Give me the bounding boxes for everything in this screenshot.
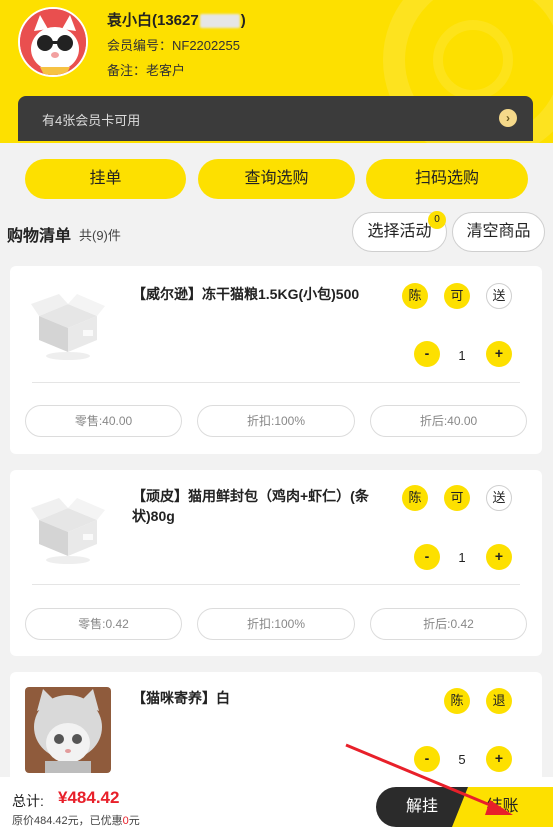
retail-price: 零售:0.42 bbox=[25, 608, 182, 640]
qty-minus-button[interactable]: - bbox=[414, 544, 440, 570]
member-name: 袁小白(13627) bbox=[107, 9, 246, 30]
chevron-right-icon[interactable]: › bbox=[499, 109, 517, 127]
qty-minus-button[interactable]: - bbox=[414, 746, 440, 772]
qty-plus-button[interactable]: + bbox=[486, 341, 512, 367]
tag-tui[interactable]: 退 bbox=[486, 688, 512, 714]
tag-ke[interactable]: 可 bbox=[444, 485, 470, 511]
discount-rate[interactable]: 折扣:100% bbox=[197, 405, 355, 437]
tag-song[interactable]: 送 bbox=[486, 485, 512, 511]
header-decoration-ring bbox=[433, 20, 513, 100]
discount-unit: 元 bbox=[128, 815, 140, 827]
cart-item: 【猫咪寄养】白 陈 退 - 5 + bbox=[10, 672, 542, 792]
qty-plus-button[interactable]: + bbox=[486, 746, 512, 772]
checkout-button[interactable]: 结账 bbox=[452, 787, 553, 827]
divider bbox=[32, 584, 520, 585]
qty-value: 5 bbox=[458, 752, 466, 767]
clear-goods-button[interactable]: 清空商品 bbox=[452, 212, 545, 252]
cat-avatar-icon bbox=[20, 9, 86, 75]
product-name-line2: 状)80g bbox=[132, 508, 175, 524]
scan-select-button[interactable]: 扫码选购 bbox=[366, 159, 528, 199]
query-select-button[interactable]: 查询选购 bbox=[198, 159, 355, 199]
activity-badge: 0 bbox=[428, 211, 446, 229]
total-value: ¥484.42 bbox=[58, 788, 120, 807]
cat-photo-icon bbox=[25, 687, 111, 773]
product-name-line1: 【顽皮】猫用鲜封包（鸡肉+虾仁）(条 bbox=[132, 488, 369, 504]
product-box-image bbox=[25, 486, 111, 572]
tag-chen[interactable]: 陈 bbox=[402, 485, 428, 511]
product-name: 【顽皮】猫用鲜封包（鸡肉+虾仁）(条 状)80g bbox=[132, 486, 369, 526]
member-card-bar[interactable]: 有4张会员卡可用 › bbox=[18, 96, 533, 141]
cat-photo-image bbox=[25, 687, 111, 773]
product-name: 【猫咪寄养】白 bbox=[132, 690, 230, 706]
original-price-prefix: 原价484.42元，已优惠 bbox=[12, 815, 123, 827]
checkout-footer: 总计: ¥484.42 原价484.42元，已优惠0元 解挂 结账 bbox=[0, 777, 553, 836]
unhang-button[interactable]: 解挂 bbox=[376, 787, 468, 827]
discount-rate[interactable]: 折扣:100% bbox=[197, 608, 355, 640]
total-label: 总计: bbox=[12, 793, 44, 809]
cart-title: 购物清单 bbox=[7, 228, 72, 245]
member-number: 会员编号：NF2202255 bbox=[107, 38, 240, 53]
tag-chen[interactable]: 陈 bbox=[444, 688, 470, 714]
qty-value: 1 bbox=[458, 550, 466, 565]
member-name-prefix: 袁小白(13627 bbox=[107, 12, 199, 29]
member-note: 备注：老客户 bbox=[107, 63, 186, 78]
original-price-text: 原价484.42元，已优惠0元 bbox=[12, 812, 140, 828]
divider bbox=[32, 382, 520, 383]
avatar[interactable] bbox=[18, 7, 88, 77]
discounted-price[interactable]: 折后:40.00 bbox=[370, 405, 527, 437]
retail-price: 零售:40.00 bbox=[25, 405, 182, 437]
qty-minus-button[interactable]: - bbox=[414, 341, 440, 367]
member-name-suffix: ) bbox=[240, 12, 246, 29]
phone-mask bbox=[199, 14, 240, 29]
member-card-text: 有4张会员卡可用 bbox=[42, 113, 141, 128]
tag-song[interactable]: 送 bbox=[486, 283, 512, 309]
qty-plus-button[interactable]: + bbox=[486, 544, 512, 570]
cart-count: 共(9)件 bbox=[79, 228, 121, 243]
product-name: 【威尔逊】冻干猫粮1.5KG(小包)500 bbox=[132, 286, 360, 302]
qty-value: 1 bbox=[458, 348, 466, 363]
cart-item: 【顽皮】猫用鲜封包（鸡肉+虾仁）(条 状)80g 陈 可 送 - 1 + 零售:… bbox=[10, 470, 542, 656]
box-icon bbox=[31, 294, 105, 360]
product-box-image bbox=[25, 282, 111, 368]
cart-item: 【威尔逊】冻干猫粮1.5KG(小包)500 陈 可 送 - 1 + 零售:40.… bbox=[10, 266, 542, 454]
box-icon bbox=[31, 498, 105, 564]
hang-list-button[interactable]: 挂单 bbox=[25, 159, 186, 199]
tag-ke[interactable]: 可 bbox=[444, 283, 470, 309]
tag-chen[interactable]: 陈 bbox=[402, 283, 428, 309]
member-header: 袁小白(13627) 会员编号：NF2202255 备注：老客户 有4张会员卡可… bbox=[0, 0, 553, 143]
discounted-price[interactable]: 折后:0.42 bbox=[370, 608, 527, 640]
